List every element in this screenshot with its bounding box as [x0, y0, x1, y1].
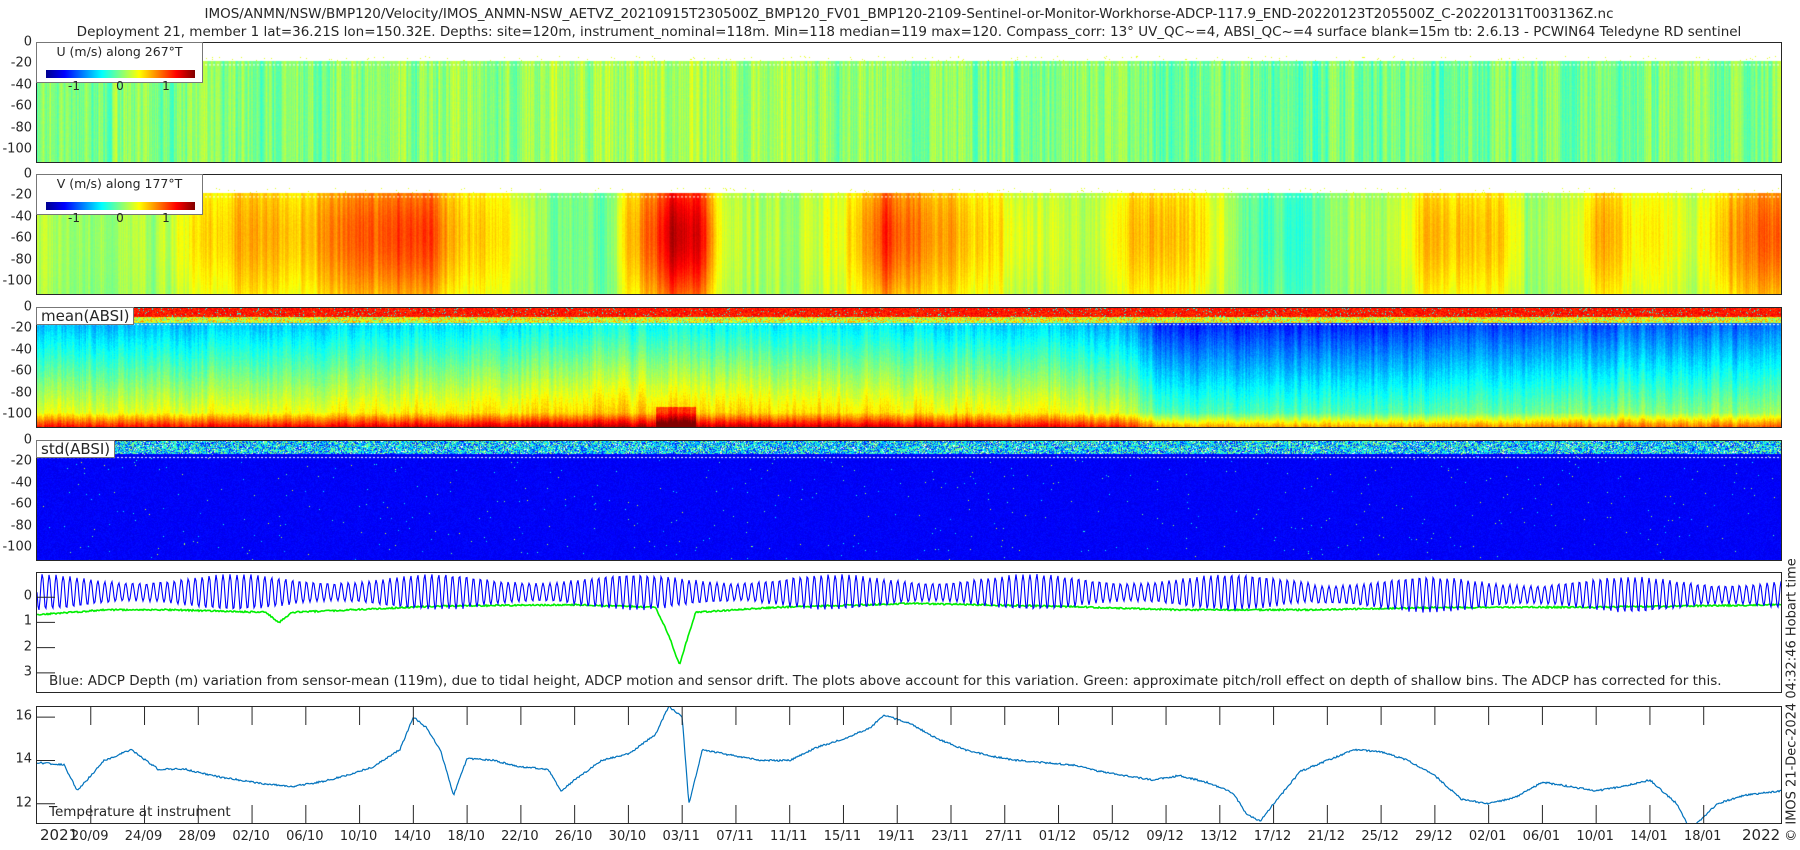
- y-tick-label: 0: [23, 588, 32, 604]
- y-tick-label: -20: [10, 55, 32, 71]
- mean-absi-label: mean(ABSI): [36, 307, 135, 325]
- x-tick-label: 01/12: [1038, 829, 1077, 844]
- y-tick-label: -40: [10, 475, 32, 491]
- v-velocity-heatmap: [37, 175, 1781, 294]
- temperature-annotation: Temperature at instrument: [49, 804, 231, 820]
- y-tick-label: 1: [23, 613, 32, 629]
- temperature-line: [37, 707, 1781, 823]
- x-tick-label: 22/10: [501, 829, 539, 844]
- u-legend-label: U (m/s) along 267°T: [56, 44, 183, 59]
- x-tick-label: 21/12: [1307, 829, 1346, 844]
- y-tick-label: 0: [23, 299, 32, 315]
- mean-absi-heatmap-panel: [36, 307, 1782, 428]
- x-start-year: 2021: [40, 826, 79, 844]
- v-colorbar-legend: V (m/s) along 177°T -1 0 1: [36, 174, 203, 225]
- x-tick-label: 19/11: [877, 829, 915, 844]
- y-tick-label: 2: [23, 639, 32, 655]
- y-tick-label: -60: [10, 363, 32, 379]
- y-tick-label: -100: [2, 539, 32, 555]
- y-tick-label: -100: [2, 273, 32, 289]
- y-tick-label: -60: [10, 496, 32, 512]
- y-tick-label: -80: [10, 120, 32, 136]
- y-tick-label: -20: [10, 453, 32, 469]
- x-tick-label: 17/12: [1253, 829, 1292, 844]
- depth-annotation: Blue: ADCP Depth (m) variation from sens…: [49, 673, 1722, 689]
- x-tick-label: 06/01: [1522, 829, 1561, 844]
- y-tick-label: -100: [2, 406, 32, 422]
- x-tick-label: 10/10: [339, 829, 378, 844]
- colorbar-tick: 0: [116, 211, 124, 225]
- x-tick-label: 13/12: [1200, 829, 1238, 844]
- std-absi-label: std(ABSI): [36, 440, 116, 458]
- y-tick-label: 14: [15, 751, 32, 767]
- x-tick-label: 14/01: [1630, 829, 1668, 844]
- temperature-panel: [36, 706, 1782, 824]
- y-tick-label: -20: [10, 187, 32, 203]
- x-tick-label: 02/01: [1468, 829, 1507, 844]
- x-tick-label: 06/10: [286, 829, 324, 844]
- colorbar-tick: -1: [68, 211, 80, 225]
- y-tick-label: 16: [15, 708, 32, 724]
- v-velocity-heatmap-panel: [36, 174, 1782, 295]
- y-tick-label: -80: [10, 385, 32, 401]
- pitch-roll-line: [37, 601, 1781, 665]
- y-tick-label: 0: [23, 34, 32, 50]
- v-colorbar: [46, 202, 195, 210]
- x-tick-label: 03/11: [662, 829, 700, 844]
- x-tick-label: 30/10: [608, 829, 647, 844]
- u-velocity-heatmap: [37, 43, 1781, 162]
- u-colorbar: [46, 70, 195, 78]
- x-tick-label: 05/12: [1092, 829, 1131, 844]
- mean-absi-heatmap: [37, 308, 1781, 427]
- x-tick-label: 14/10: [393, 829, 432, 844]
- y-tick-label: -60: [10, 230, 32, 246]
- u-velocity-heatmap-panel: [36, 42, 1782, 163]
- x-tick-label: 18/01: [1683, 829, 1722, 844]
- y-tick-label: -80: [10, 518, 32, 534]
- y-tick-label: -80: [10, 252, 32, 268]
- y-tick-label: -60: [10, 98, 32, 114]
- std-absi-heatmap-panel: [36, 440, 1782, 561]
- x-tick-label: 25/12: [1361, 829, 1399, 844]
- y-tick-label: 0: [23, 166, 32, 182]
- y-tick-label: -40: [10, 209, 32, 225]
- x-tick-label: 27/11: [985, 829, 1023, 844]
- x-tick-label: 18/10: [447, 829, 485, 844]
- v-legend-label: V (m/s) along 177°T: [56, 176, 183, 191]
- x-tick-label: 02/10: [232, 829, 270, 844]
- u-colorbar-legend: U (m/s) along 267°T -1 0 1: [36, 42, 203, 93]
- y-tick-label: -40: [10, 342, 32, 358]
- temperature-plot: [37, 707, 1781, 823]
- std-absi-heatmap: [37, 441, 1781, 560]
- colorbar-tick: -1: [68, 79, 80, 93]
- y-tick-label: 12: [15, 795, 32, 811]
- x-tick-label: 10/01: [1576, 829, 1614, 844]
- x-tick-label: 23/11: [931, 829, 969, 844]
- colorbar-tick: 0: [116, 79, 124, 93]
- x-tick-label: 11/11: [769, 829, 808, 844]
- colorbar-tick: 1: [162, 79, 170, 93]
- figure-subtitle: Deployment 21, member 1 lat=36.21S lon=1…: [76, 24, 1742, 40]
- x-tick-label: 29/12: [1415, 829, 1453, 844]
- y-tick-label: 3: [23, 664, 32, 680]
- x-tick-label: 28/09: [178, 829, 217, 844]
- y-tick-label: -100: [2, 141, 32, 157]
- y-tick-label: 0: [23, 432, 32, 448]
- timestamp: © IMOS 21-Dec-2024 04:32:46 Hobart time: [1784, 558, 1800, 842]
- x-tick-label: 07/11: [716, 829, 754, 844]
- x-tick-label: 24/09: [124, 829, 163, 844]
- x-end-year: 2022: [1742, 826, 1781, 844]
- x-tick-label: 15/11: [823, 829, 862, 844]
- x-tick-label: 26/10: [554, 829, 593, 844]
- y-tick-label: -40: [10, 77, 32, 93]
- y-tick-label: -20: [10, 320, 32, 336]
- colorbar-tick: 1: [162, 211, 170, 225]
- x-tick-label: 09/12: [1146, 829, 1184, 844]
- figure-title: IMOS/ANMN/NSW/BMP120/Velocity/IMOS_ANMN-…: [204, 6, 1614, 22]
